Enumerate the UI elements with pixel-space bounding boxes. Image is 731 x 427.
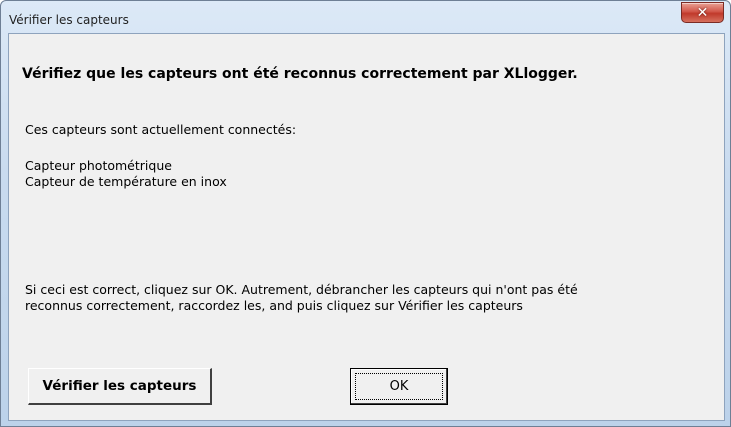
check-sensors-button[interactable]: Vérifier les capteurs <box>28 368 212 405</box>
close-icon: ✕ <box>696 4 709 21</box>
dialog-window: Vérifier les capteurs ✕ Vérifiez que les… <box>0 0 731 427</box>
dialog-heading: Vérifiez que les capteurs ont été reconn… <box>22 66 578 82</box>
list-item: Capteur photométrique <box>25 158 172 173</box>
connected-sensors-label: Ces capteurs sont actuellement connectés… <box>25 122 297 137</box>
sensor-list: Capteur photométrique Capteur de tempéra… <box>25 158 227 190</box>
instructions-text: Si ceci est correct, cliquez sur OK. Aut… <box>25 282 705 314</box>
list-item: Capteur de température en inox <box>25 174 227 189</box>
title-bar[interactable]: Vérifier les capteurs ✕ <box>1 1 730 33</box>
instructions-line: Si ceci est correct, cliquez sur OK. Aut… <box>25 282 578 297</box>
dialog-body: Vérifiez que les capteurs ont été reconn… <box>8 33 725 421</box>
window-title: Vérifier les capteurs <box>9 13 129 27</box>
instructions-line: reconnus correctement, raccordez les, an… <box>25 298 523 313</box>
ok-button[interactable]: OK <box>350 368 448 405</box>
close-button[interactable]: ✕ <box>681 2 724 23</box>
